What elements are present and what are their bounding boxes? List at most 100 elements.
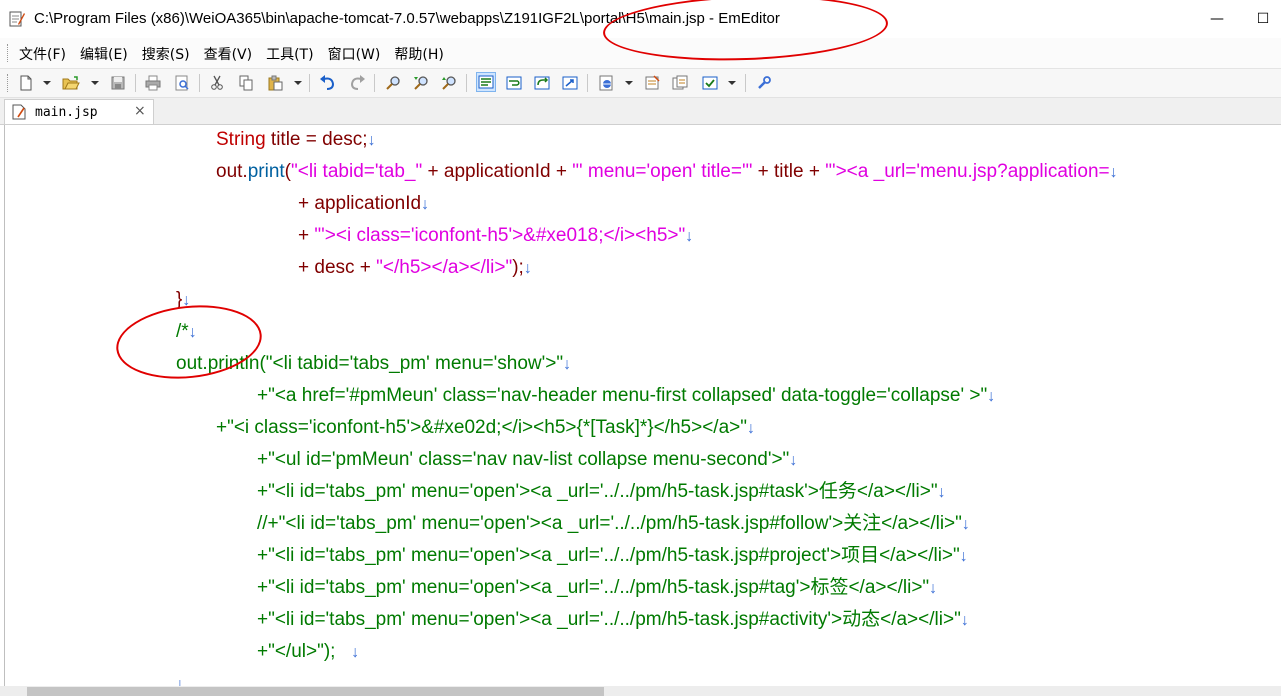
toolbar-separator: [135, 74, 136, 92]
new-file-icon[interactable]: [16, 73, 36, 93]
word-wrap-icon[interactable]: [476, 72, 496, 92]
newline-marker-icon: ↓: [685, 228, 694, 245]
newline-marker-icon: ↓: [929, 580, 938, 597]
all-properties-icon[interactable]: [670, 73, 690, 93]
tools-icon[interactable]: [754, 73, 774, 93]
code-token: out.println("<li tabid='tabs_pm' menu='s…: [176, 353, 564, 374]
tab-label: main.jsp: [35, 105, 98, 120]
code-token: + applicationId +: [422, 161, 573, 182]
new-file-dropdown-icon[interactable]: [43, 81, 51, 85]
code-line: ↓: [176, 669, 184, 686]
encoding-icon[interactable]: [596, 73, 616, 93]
code-token: print: [247, 161, 285, 182]
wrap-window-icon[interactable]: [504, 73, 524, 93]
code-line: }↓: [176, 285, 190, 315]
cut-icon[interactable]: [207, 73, 227, 93]
toolbar-separator: [466, 74, 467, 92]
menu-search[interactable]: 搜索(S): [135, 38, 197, 68]
code-token: +"<li id='tabs_pm' menu='open'><a _url='…: [257, 545, 960, 566]
find-icon[interactable]: [383, 73, 403, 93]
window-title: C:\Program Files (x86)\WeiOA365\bin\apac…: [34, 10, 780, 27]
code-line: + "'><i class='iconfont-h5'>&#xe018;</i>…: [298, 221, 693, 251]
code-token: +"</ul>");: [257, 641, 352, 662]
code-token: title = desc;: [265, 129, 368, 150]
newline-marker-icon: ↓: [746, 420, 755, 437]
newline-marker-icon: ↓: [351, 644, 360, 661]
properties-icon[interactable]: [642, 73, 662, 93]
encoding-dropdown-icon[interactable]: [625, 81, 633, 85]
config-icon[interactable]: [700, 73, 720, 93]
code-line: //+"<li id='tabs_pm' menu='open'><a _url…: [257, 509, 970, 539]
code-token: String: [216, 129, 266, 150]
newline-marker-icon: ↓: [421, 196, 430, 213]
code-token: + applicationId: [298, 193, 422, 214]
newline-marker-icon: ↓: [987, 388, 996, 405]
code-line: +"<li id='tabs_pm' menu='open'><a _url='…: [257, 477, 946, 507]
code-token: +: [298, 225, 315, 246]
toolbar-separator: [587, 74, 588, 92]
code-line: +"<li id='tabs_pm' menu='open'><a _url='…: [257, 605, 969, 635]
menu-file[interactable]: 文件(F): [12, 38, 73, 68]
title-bar: C:\Program Files (x86)\WeiOA365\bin\apac…: [0, 0, 1281, 38]
menu-window[interactable]: 窗口(W): [321, 38, 388, 68]
minimize-button[interactable]: —: [1194, 0, 1240, 38]
menu-view[interactable]: 查看(V): [197, 38, 260, 68]
code-token: +"<a href='#pmMeun' class='nav-header me…: [257, 385, 988, 406]
code-line: +"<li id='tabs_pm' menu='open'><a _url='…: [257, 573, 937, 603]
menu-grip[interactable]: [7, 44, 11, 62]
config-dropdown-icon[interactable]: [728, 81, 736, 85]
horizontal-scrollbar[interactable]: [0, 686, 1281, 696]
print-preview-icon[interactable]: [172, 73, 192, 93]
code-token: +"<li id='tabs_pm' menu='open'><a _url='…: [257, 481, 938, 502]
wrap-chars-icon[interactable]: [560, 73, 580, 93]
wrap-page-icon[interactable]: [532, 73, 552, 93]
tab-main-jsp[interactable]: main.jsp ×: [4, 99, 154, 124]
save-icon[interactable]: [108, 73, 128, 93]
copy-icon[interactable]: [236, 73, 256, 93]
newline-marker-icon: ↓: [1109, 164, 1118, 181]
code-token: "' menu='open' title='": [572, 161, 753, 182]
code-line: out.print("<li tabid='tab_" + applicatio…: [216, 157, 1118, 187]
newline-marker-icon: ↓: [176, 676, 184, 686]
code-line: +"<ul id='pmMeun' class='nav nav-list co…: [257, 445, 797, 475]
code-token: "'><a _url='menu.jsp?application=: [825, 161, 1110, 182]
toolbar: [0, 69, 1281, 98]
code-token: );: [512, 257, 524, 278]
toolbar-grip[interactable]: [7, 74, 11, 92]
code-line: +"</ul>"); ↓: [257, 637, 359, 667]
emeditor-window: C:\Program Files (x86)\WeiOA365\bin\apac…: [0, 0, 1281, 696]
maximize-button[interactable]: ☐: [1240, 0, 1281, 38]
close-tab-icon[interactable]: ×: [134, 103, 146, 119]
open-folder-icon[interactable]: [61, 73, 81, 93]
code-token: /*: [176, 321, 189, 342]
find-prev-icon[interactable]: [439, 73, 459, 93]
open-folder-dropdown-icon[interactable]: [91, 81, 99, 85]
paste-dropdown-icon[interactable]: [294, 81, 302, 85]
code-token: +"<li id='tabs_pm' menu='open'><a _url='…: [257, 577, 930, 598]
redo-icon[interactable]: [347, 73, 367, 93]
print-icon[interactable]: [143, 73, 163, 93]
newline-marker-icon: ↓: [523, 260, 532, 277]
newline-marker-icon: ↓: [563, 356, 572, 373]
undo-icon[interactable]: [318, 73, 338, 93]
menu-items: 文件(F) 编辑(E) 搜索(S) 查看(V) 工具(T) 窗口(W) 帮助(H…: [12, 38, 451, 68]
newline-marker-icon: ↓: [188, 324, 197, 341]
code-line: + applicationId↓: [298, 189, 429, 219]
menu-tools[interactable]: 工具(T): [259, 38, 320, 68]
emeditor-app-icon: [9, 10, 25, 28]
scrollbar-thumb[interactable]: [27, 687, 604, 696]
code-line: out.println("<li tabid='tabs_pm' menu='s…: [176, 349, 571, 379]
code-token: "</h5></a></li>": [376, 257, 513, 278]
newline-marker-icon: ↓: [789, 452, 798, 469]
document-tab-bar: main.jsp ×: [0, 98, 1281, 125]
newline-marker-icon: ↓: [961, 516, 970, 533]
newline-marker-icon: ↓: [367, 132, 376, 149]
find-next-icon[interactable]: [411, 73, 431, 93]
menu-help[interactable]: 帮助(H): [387, 38, 450, 68]
code-editor[interactable]: String title = desc;↓ out.print("<li tab…: [0, 125, 1281, 686]
menu-edit[interactable]: 编辑(E): [73, 38, 135, 68]
document-icon: [12, 104, 26, 120]
paste-icon[interactable]: [265, 73, 285, 93]
code-token: "<li tabid='tab_": [291, 161, 423, 182]
newline-marker-icon: ↓: [937, 484, 946, 501]
